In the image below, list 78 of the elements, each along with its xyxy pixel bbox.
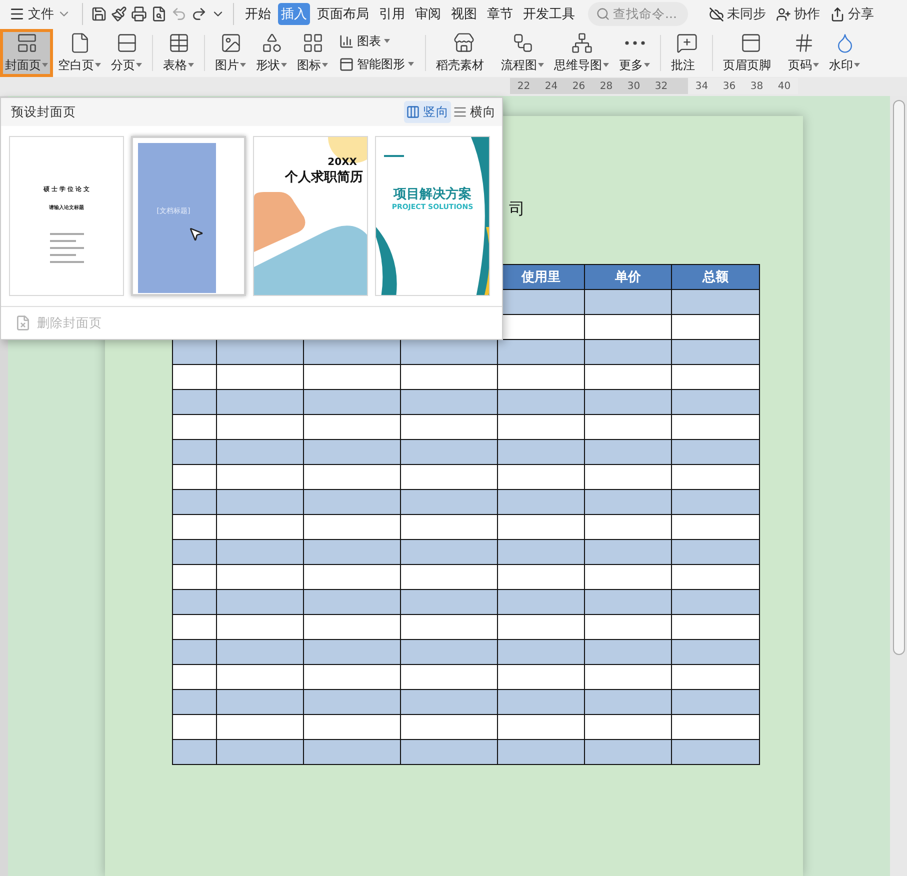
ribbon-button[interactable]: 封面页 (0, 28, 53, 77)
ruler-number: 32 (654, 80, 669, 92)
header-footer-icon (740, 32, 762, 54)
top-action-button[interactable]: 未同步 (706, 2, 769, 26)
shapes-icon (260, 32, 282, 54)
table-header-cell: 总额 (672, 264, 760, 290)
table-header-cell: 单价 (584, 264, 672, 290)
search-icon (596, 7, 610, 22)
mind-map-icon (570, 32, 592, 54)
ribbon-button[interactable]: 智能图形 (336, 54, 417, 75)
ribbon-button[interactable]: 表格 (158, 28, 199, 77)
smart-graphic-icon (339, 56, 354, 72)
menu-tab[interactable]: 开发工具 (520, 3, 578, 26)
top-action-button[interactable]: 分享 (827, 2, 877, 26)
ruler-number: 40 (776, 80, 792, 92)
file-menu[interactable]: 文件 (6, 2, 74, 26)
scrollbar-thumb[interactable] (892, 100, 904, 655)
ruler-number: 30 (626, 80, 642, 92)
orientation-toggle[interactable]: 横向 (451, 101, 498, 123)
ribbon-button[interactable]: 批注 (666, 28, 707, 77)
menu-tab[interactable]: 开始 (242, 3, 274, 26)
menu-tab[interactable]: 章节 (484, 3, 516, 26)
text-lines-drawing (50, 231, 84, 266)
cloud-icon (709, 6, 724, 22)
more-icon (624, 40, 644, 45)
menu-tab[interactable]: 审阅 (412, 3, 444, 26)
ribbon-button[interactable]: 页码 (783, 28, 824, 77)
panel-title: 预设封面页 (11, 104, 76, 120)
ribbon-button[interactable]: 形状 (251, 28, 292, 77)
ribbon-button[interactable]: 空白页 (53, 28, 106, 77)
cover-template[interactable]: 20XX 个人求职简历 (253, 136, 368, 296)
top-action-button[interactable]: 协作 (773, 2, 823, 26)
ribbon-button[interactable]: 分页 (106, 28, 147, 77)
ribbon-button[interactable]: 页眉页脚 (718, 28, 783, 77)
document-title: 司 (509, 199, 525, 218)
print-icon[interactable] (131, 6, 147, 22)
ribbon-button[interactable]: 更多 (614, 28, 655, 77)
ruler-number: 38 (749, 80, 764, 92)
project-title: 项目解决方案 (394, 186, 472, 203)
icon-grid-icon (302, 32, 324, 54)
cursor-icon (188, 226, 204, 242)
share-icon (830, 6, 845, 22)
ribbon-button[interactable]: 图表 (336, 30, 417, 52)
ribbon-button[interactable]: 思维导图 (549, 28, 614, 77)
menu-icon (9, 6, 25, 22)
resume-year: 20XX (328, 157, 357, 168)
ruler-number: 22 (516, 80, 532, 92)
image-icon (220, 32, 242, 54)
ruler-number: 24 (544, 80, 559, 92)
ruler-number: 28 (598, 80, 614, 92)
ribbon-button[interactable]: 流程图 (496, 28, 549, 77)
portrait-icon (406, 105, 420, 119)
resume-title: 个人求职简历 (285, 169, 363, 186)
table-icon (168, 32, 190, 54)
cover-page-icon (16, 32, 38, 54)
save-icon[interactable] (91, 6, 107, 22)
redo-icon[interactable] (191, 6, 207, 22)
menu-tab[interactable]: 视图 (448, 3, 480, 26)
ribbon-button[interactable]: 图标 (292, 28, 333, 77)
store-icon (452, 32, 474, 54)
add-user-icon (776, 6, 791, 22)
brush-icon[interactable] (111, 6, 127, 22)
flowchart-icon (512, 32, 534, 54)
orientation-toggle[interactable]: 竖向 (404, 101, 451, 123)
menu-tab[interactable]: 页面布局 (314, 3, 372, 26)
comment-icon (676, 32, 698, 54)
preview-icon[interactable] (151, 6, 167, 22)
ruler-number: 36 (722, 80, 737, 92)
ribbon-button[interactable]: 水印 (824, 28, 865, 77)
landscape-icon (453, 105, 467, 119)
ruler-number: 34 (694, 80, 710, 92)
ruler-number: 26 (571, 80, 586, 92)
bar-chart-icon (339, 34, 354, 49)
delete-page-icon (15, 315, 31, 331)
page-break-icon (116, 32, 138, 54)
ribbon-button[interactable]: 稻壳素材 (431, 28, 496, 77)
menu-tab[interactable]: 引用 (376, 3, 408, 26)
ribbon-button[interactable]: 图片 (210, 28, 251, 77)
